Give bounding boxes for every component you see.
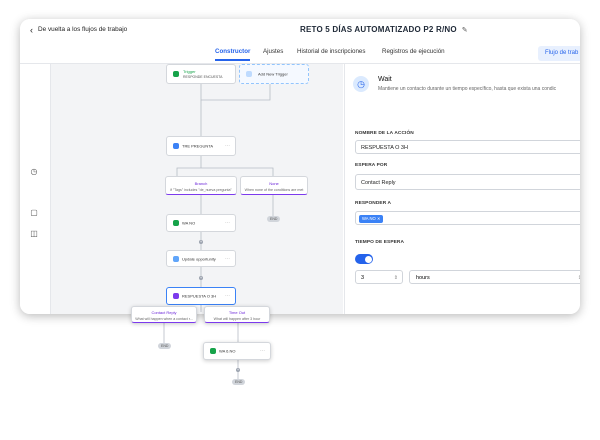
chevron-left-icon: ‹ [30,24,33,35]
wait-for-select[interactable]: Contact Reply [355,174,580,190]
timeout-number-input[interactable]: 3 ⇕ [355,270,403,284]
trigger-title: Trigger [183,69,196,74]
more-icon[interactable]: ⋯ [225,143,230,149]
workflow-window: ‹ De vuelta a los flujos de trabajo RETO… [20,19,580,314]
none-branch-node[interactable]: None When none of the conditions are met [240,176,308,195]
add-step-icon[interactable]: + [199,276,203,280]
action-panel: ◷ Wait Mantiene un contacto durante un t… [344,64,580,314]
page-title: RETO 5 DÍAS AUTOMATIZADO P2 R/NO ✎ [300,25,468,34]
workflow-title: RETO 5 DÍAS AUTOMATIZADO P2 R/NO [300,25,457,34]
step-update-opportunity[interactable]: Update opportunity ⋯ [166,250,236,267]
step-icon [173,143,179,149]
chevron-updown-icon: ⇕ [577,275,580,281]
time-out-title: Time Out [228,310,246,315]
tab-bar: Constructor Ajustes Historial de inscrip… [20,45,580,64]
whatsapp-icon [173,220,179,226]
none-subtitle: When none of the conditions are met [244,188,304,192]
action-name-field[interactable]: RESPUESTA O 3H [355,140,580,154]
tab-historial[interactable]: Historial de inscripciones [297,48,365,55]
end-pill: END [267,216,281,222]
step-tre-pregunta[interactable]: TRE PREGUNTA ⋯ [166,136,236,156]
step-label: RESPUESTA O 3H [182,293,217,299]
back-link[interactable]: ‹ De vuelta a los flujos de trabajo [30,24,128,35]
add-step-icon[interactable]: + [236,368,240,372]
timeout-label: TIEMPO DE ESPERA [355,240,405,245]
branch-subtitle: if "Tags" includes "de_nueva pregunta" [170,188,232,192]
end-pill: END [158,343,172,349]
timeout-unit-select[interactable]: hours ⇕ [409,270,580,284]
timeout-toggle[interactable] [355,254,373,264]
more-icon[interactable]: ⋯ [260,348,265,354]
branch-node[interactable]: Branch if "Tags" includes "de_nueva preg… [165,176,237,195]
pencil-icon[interactable]: ✎ [462,26,468,34]
plus-icon [246,71,252,77]
more-icon[interactable]: ⋯ [225,256,230,262]
wait-for-label: ESPERA POR [355,163,388,168]
trigger-subtitle: RESPONDE ENCUESTA [183,75,223,79]
timeout-unit: hours [416,275,430,281]
step-wa-no[interactable]: WA NO ⋯ [166,214,236,232]
step-wa-6-no[interactable]: WA 6.NO ⋯ [203,342,271,360]
time-out-branch[interactable]: Time Out What will happen after 3 hour [204,306,270,323]
add-step-icon[interactable]: + [199,240,203,244]
tab-ajustes[interactable]: Ajustes [263,48,283,55]
wait-step-icon [173,293,179,299]
tab-registros[interactable]: Registros de ejecución [382,48,445,55]
reply-to-label: RESPONDER A [355,201,392,206]
end-pill: END [232,379,246,385]
comment-icon[interactable]: ▢ [29,208,39,218]
action-name-label: NOMBRE DE LA ACCIÓN [355,131,414,136]
contact-reply-subtitle: What will happen when a contact r... [135,317,193,321]
none-title: None [269,181,279,186]
note-icon[interactable]: ◫ [29,229,39,239]
clock-icon: ◷ [353,76,369,92]
timeout-value: 3 [361,275,365,281]
more-icon[interactable]: ⋯ [225,220,230,226]
more-icon[interactable]: ⋯ [225,293,230,299]
top-bar: ‹ De vuelta a los flujos de trabajo RETO… [20,19,580,45]
add-trigger-label: Add New Trigger [258,71,288,77]
contact-reply-branch[interactable]: Contact Reply What will happen when a co… [131,306,197,323]
step-label: WA 6.NO [219,348,236,354]
branch-title: Branch [194,181,208,186]
stepper-icon[interactable]: ⇕ [394,271,398,285]
whatsapp-icon [210,348,216,354]
panel-title: Wait [378,76,392,83]
time-out-subtitle: What will happen after 3 hour [213,317,261,321]
trigger-icon [173,71,179,77]
trigger-node[interactable]: Trigger RESPONDE ENCUESTA [166,64,236,84]
reply-to-field[interactable]: WA NO ✕ [355,211,580,225]
opportunity-icon [173,255,179,262]
add-trigger-node[interactable]: Add New Trigger [239,64,309,84]
left-toolbar: ◷ ▢ ◫ [20,64,51,314]
contact-reply-title: Contact Reply [151,310,177,315]
back-label: De vuelta a los flujos de trabajo [38,26,128,33]
panel-description: Mantiene un contacto durante un tiempo e… [378,86,557,92]
history-icon[interactable]: ◷ [29,167,39,177]
step-label: TRE PREGUNTA [182,143,214,149]
step-respuesta-3h[interactable]: RESPUESTA O 3H ⋯ [166,287,236,305]
step-label: Update opportunity [182,256,216,261]
step-label: WA NO [182,220,196,226]
reply-to-chip[interactable]: WA NO ✕ [359,215,384,223]
flow-button[interactable]: Flujo de trab [538,46,580,61]
workflow-canvas[interactable]: Trigger RESPONDE ENCUESTA Add New Trigge… [20,64,343,314]
tab-constructor[interactable]: Constructor [215,48,251,61]
